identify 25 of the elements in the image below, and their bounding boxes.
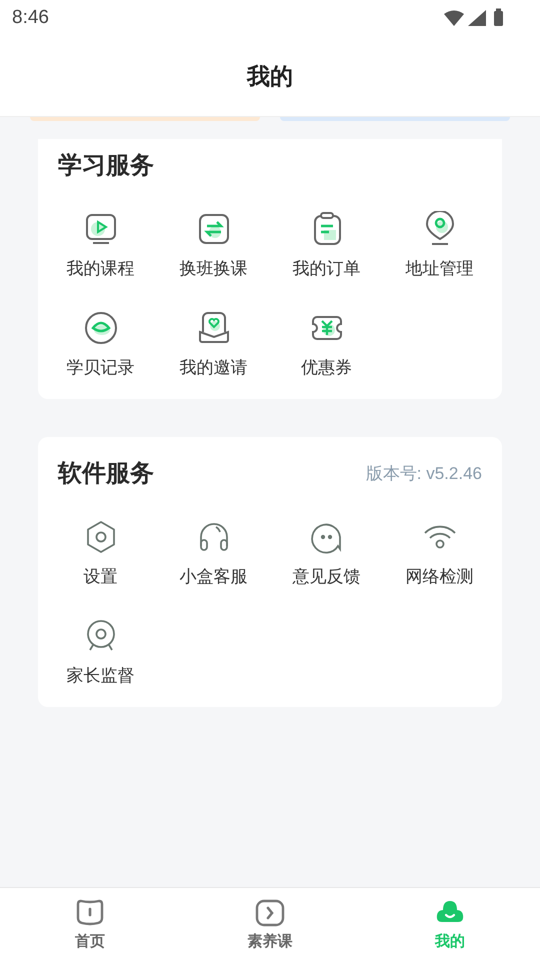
tab-bar-item[interactable]: 首页 — [0, 888, 180, 960]
tab-bar-item[interactable]: 素养课 — [180, 888, 360, 960]
service-item[interactable]: 地址管理 — [383, 211, 496, 280]
status-time: 8:46 — [12, 7, 49, 29]
service-item[interactable]: 换班换课 — [157, 211, 270, 280]
shell-icon — [82, 310, 118, 346]
home-icon — [74, 898, 106, 928]
cell-signal-icon — [468, 10, 486, 26]
service-item[interactable]: 小盒客服 — [157, 519, 270, 588]
battery-icon — [494, 8, 503, 26]
service-item[interactable]: 意见反馈 — [270, 519, 383, 588]
section-title: 软件服务 — [58, 458, 154, 489]
service-item[interactable]: 优惠券 — [270, 310, 383, 379]
service-item[interactable]: 网络检测 — [383, 519, 496, 588]
wifi-signal-icon — [444, 10, 464, 26]
page-title: 我的 — [247, 62, 293, 92]
service-item[interactable]: 我的邀请 — [157, 310, 270, 379]
service-item[interactable]: 学贝记录 — [44, 310, 157, 379]
service-item[interactable]: 我的课程 — [44, 211, 157, 280]
play-icon — [254, 898, 286, 928]
service-item[interactable]: 设置 — [44, 519, 157, 588]
section-title: 学习服务 — [58, 150, 154, 181]
service-item[interactable]: 我的订单 — [270, 211, 383, 280]
service-item[interactable]: 家长监督 — [44, 618, 157, 687]
version-label: 版本号: v5.2.46 — [366, 462, 482, 484]
